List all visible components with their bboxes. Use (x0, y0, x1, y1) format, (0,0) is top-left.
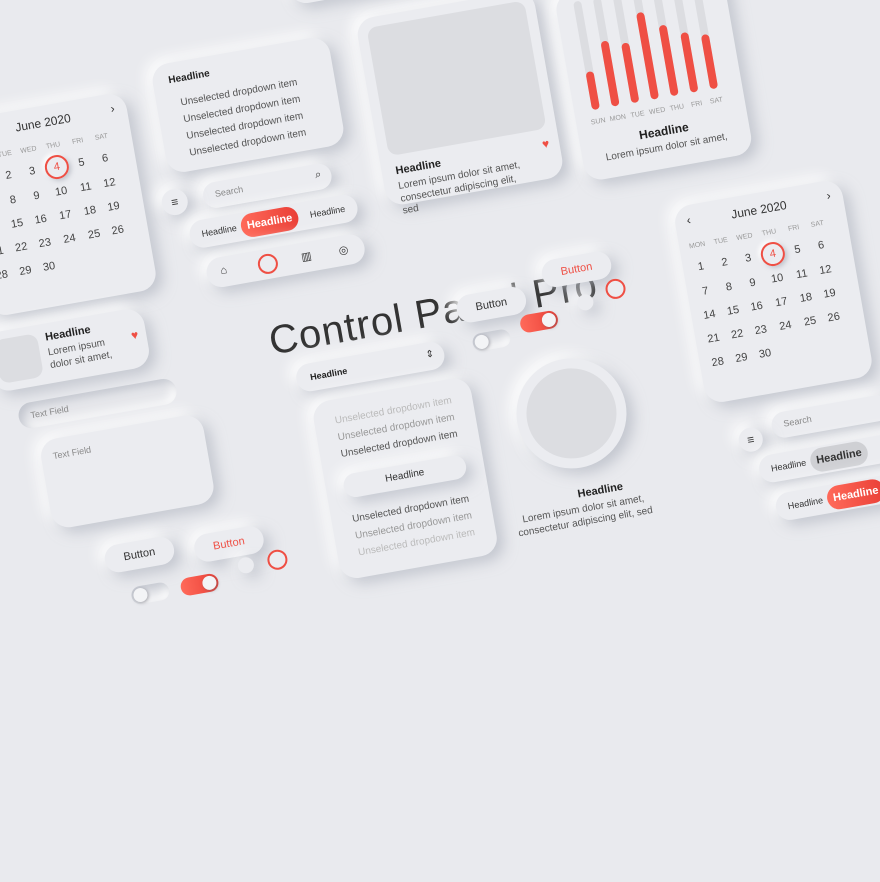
small-card: Headline Lorem ipsum dolor sit amet, ♥ (0, 306, 152, 394)
bar-label: MON (609, 114, 626, 124)
toggle-knob (473, 333, 490, 351)
toggle-knob (132, 586, 149, 604)
bar-label: TUE (630, 110, 645, 119)
today-date[interactable]: 4 (42, 153, 71, 181)
calendar-grid: MONTUEWEDTHUFRISAT 123456 789101112 1415… (0, 132, 125, 283)
menu-icon[interactable]: ≡ (736, 425, 765, 454)
image-placeholder (366, 0, 547, 157)
compass-icon[interactable] (256, 252, 280, 276)
heart-icon[interactable]: ♥ (541, 136, 550, 151)
bar-label: SUN (590, 117, 606, 126)
bar-label: WED (649, 107, 666, 117)
bar-label: SAT (709, 96, 724, 105)
tab-left[interactable]: Headline (787, 495, 824, 511)
tab-active[interactable]: Headline (825, 477, 880, 512)
radio-on-2[interactable] (603, 277, 628, 301)
radio-on[interactable] (265, 548, 290, 572)
menu-icon[interactable]: ≡ (159, 187, 190, 218)
round-image (507, 349, 636, 478)
search-input-2[interactable]: Search (769, 393, 880, 440)
tab-active[interactable]: Headline (239, 205, 301, 239)
toggle-off[interactable] (130, 581, 171, 606)
select-value: Headline (309, 365, 349, 383)
globe-icon[interactable]: ◎ (338, 243, 350, 257)
tab-active[interactable]: Headline (808, 439, 870, 474)
tab-left[interactable]: Headline (770, 458, 807, 474)
bar (621, 42, 639, 103)
tab-right[interactable]: Headline (309, 204, 346, 220)
calendar-grid: MONTUEWEDTHUFRISAT 123456 789101112 1415… (688, 219, 841, 370)
top-small-card: Headline Lorem ipsum dolor sit amet, ♥ (281, 0, 459, 6)
bar-chart: SUN MON TUE WED THU FRI SAT (573, 0, 724, 127)
search-icon: ⌕ (314, 168, 323, 182)
toggle-on[interactable] (179, 572, 220, 597)
bar (586, 71, 600, 110)
image-placeholder (519, 361, 624, 466)
today-date[interactable]: 4 (758, 240, 787, 268)
radio-off[interactable] (236, 556, 256, 575)
image-placeholder (0, 333, 45, 385)
heart-icon[interactable]: ♥ (130, 328, 139, 343)
chevron-updown-icon: ⇕ (424, 348, 436, 361)
bar-label: FRI (691, 100, 703, 109)
toggle-off-2[interactable] (471, 328, 512, 353)
large-card: Headline Lorem ipsum dolor sit amet, con… (354, 0, 566, 217)
bar (701, 34, 718, 89)
chart-icon[interactable]: ▥ (300, 249, 312, 264)
bar (680, 32, 698, 93)
secondary-button[interactable]: Button (192, 524, 266, 564)
secondary-button-2[interactable]: Button (539, 249, 614, 290)
dropdown-items: Unselected dropdown item Unselected drop… (179, 71, 308, 164)
bar (636, 12, 659, 100)
home-icon[interactable]: ⌂ (219, 264, 228, 277)
bar (601, 41, 620, 107)
text-field-label: Text Field (29, 403, 70, 421)
scroll-picker[interactable]: Unselected dropdown item Unselected drop… (310, 375, 500, 581)
bar-label: THU (669, 103, 684, 112)
toggle-knob (540, 311, 558, 329)
text-area-label: Text Field (52, 444, 92, 462)
calendar-card: June 2020 › MONTUEWEDTHUFRISAT 123456 78… (0, 91, 159, 318)
dropdown-card[interactable]: Headline Unselected dropdown item Unsele… (149, 35, 347, 175)
tab-bar-2: Headline Headline (756, 430, 880, 485)
calendar-card-2: June 2020 ‹ › MON TUE WED THU FRI SAT 123456 … (672, 178, 875, 405)
search-placeholder: Search (214, 184, 244, 199)
chart-card: SUN MON TUE WED THU FRI SAT Headline Lorem ips… (553, 0, 754, 183)
text-area[interactable]: Text Field (38, 412, 217, 531)
bar (659, 25, 679, 96)
dropdown-headline: Headline (167, 68, 211, 87)
toggle-knob (201, 574, 218, 591)
primary-button[interactable]: Button (102, 534, 177, 575)
ui-kit-canvas: Control Panel Pro June 2020 › MONTUEWEDT… (0, 0, 880, 882)
search-placeholder: Search (782, 413, 813, 429)
tab-left[interactable]: Headline (201, 223, 238, 239)
